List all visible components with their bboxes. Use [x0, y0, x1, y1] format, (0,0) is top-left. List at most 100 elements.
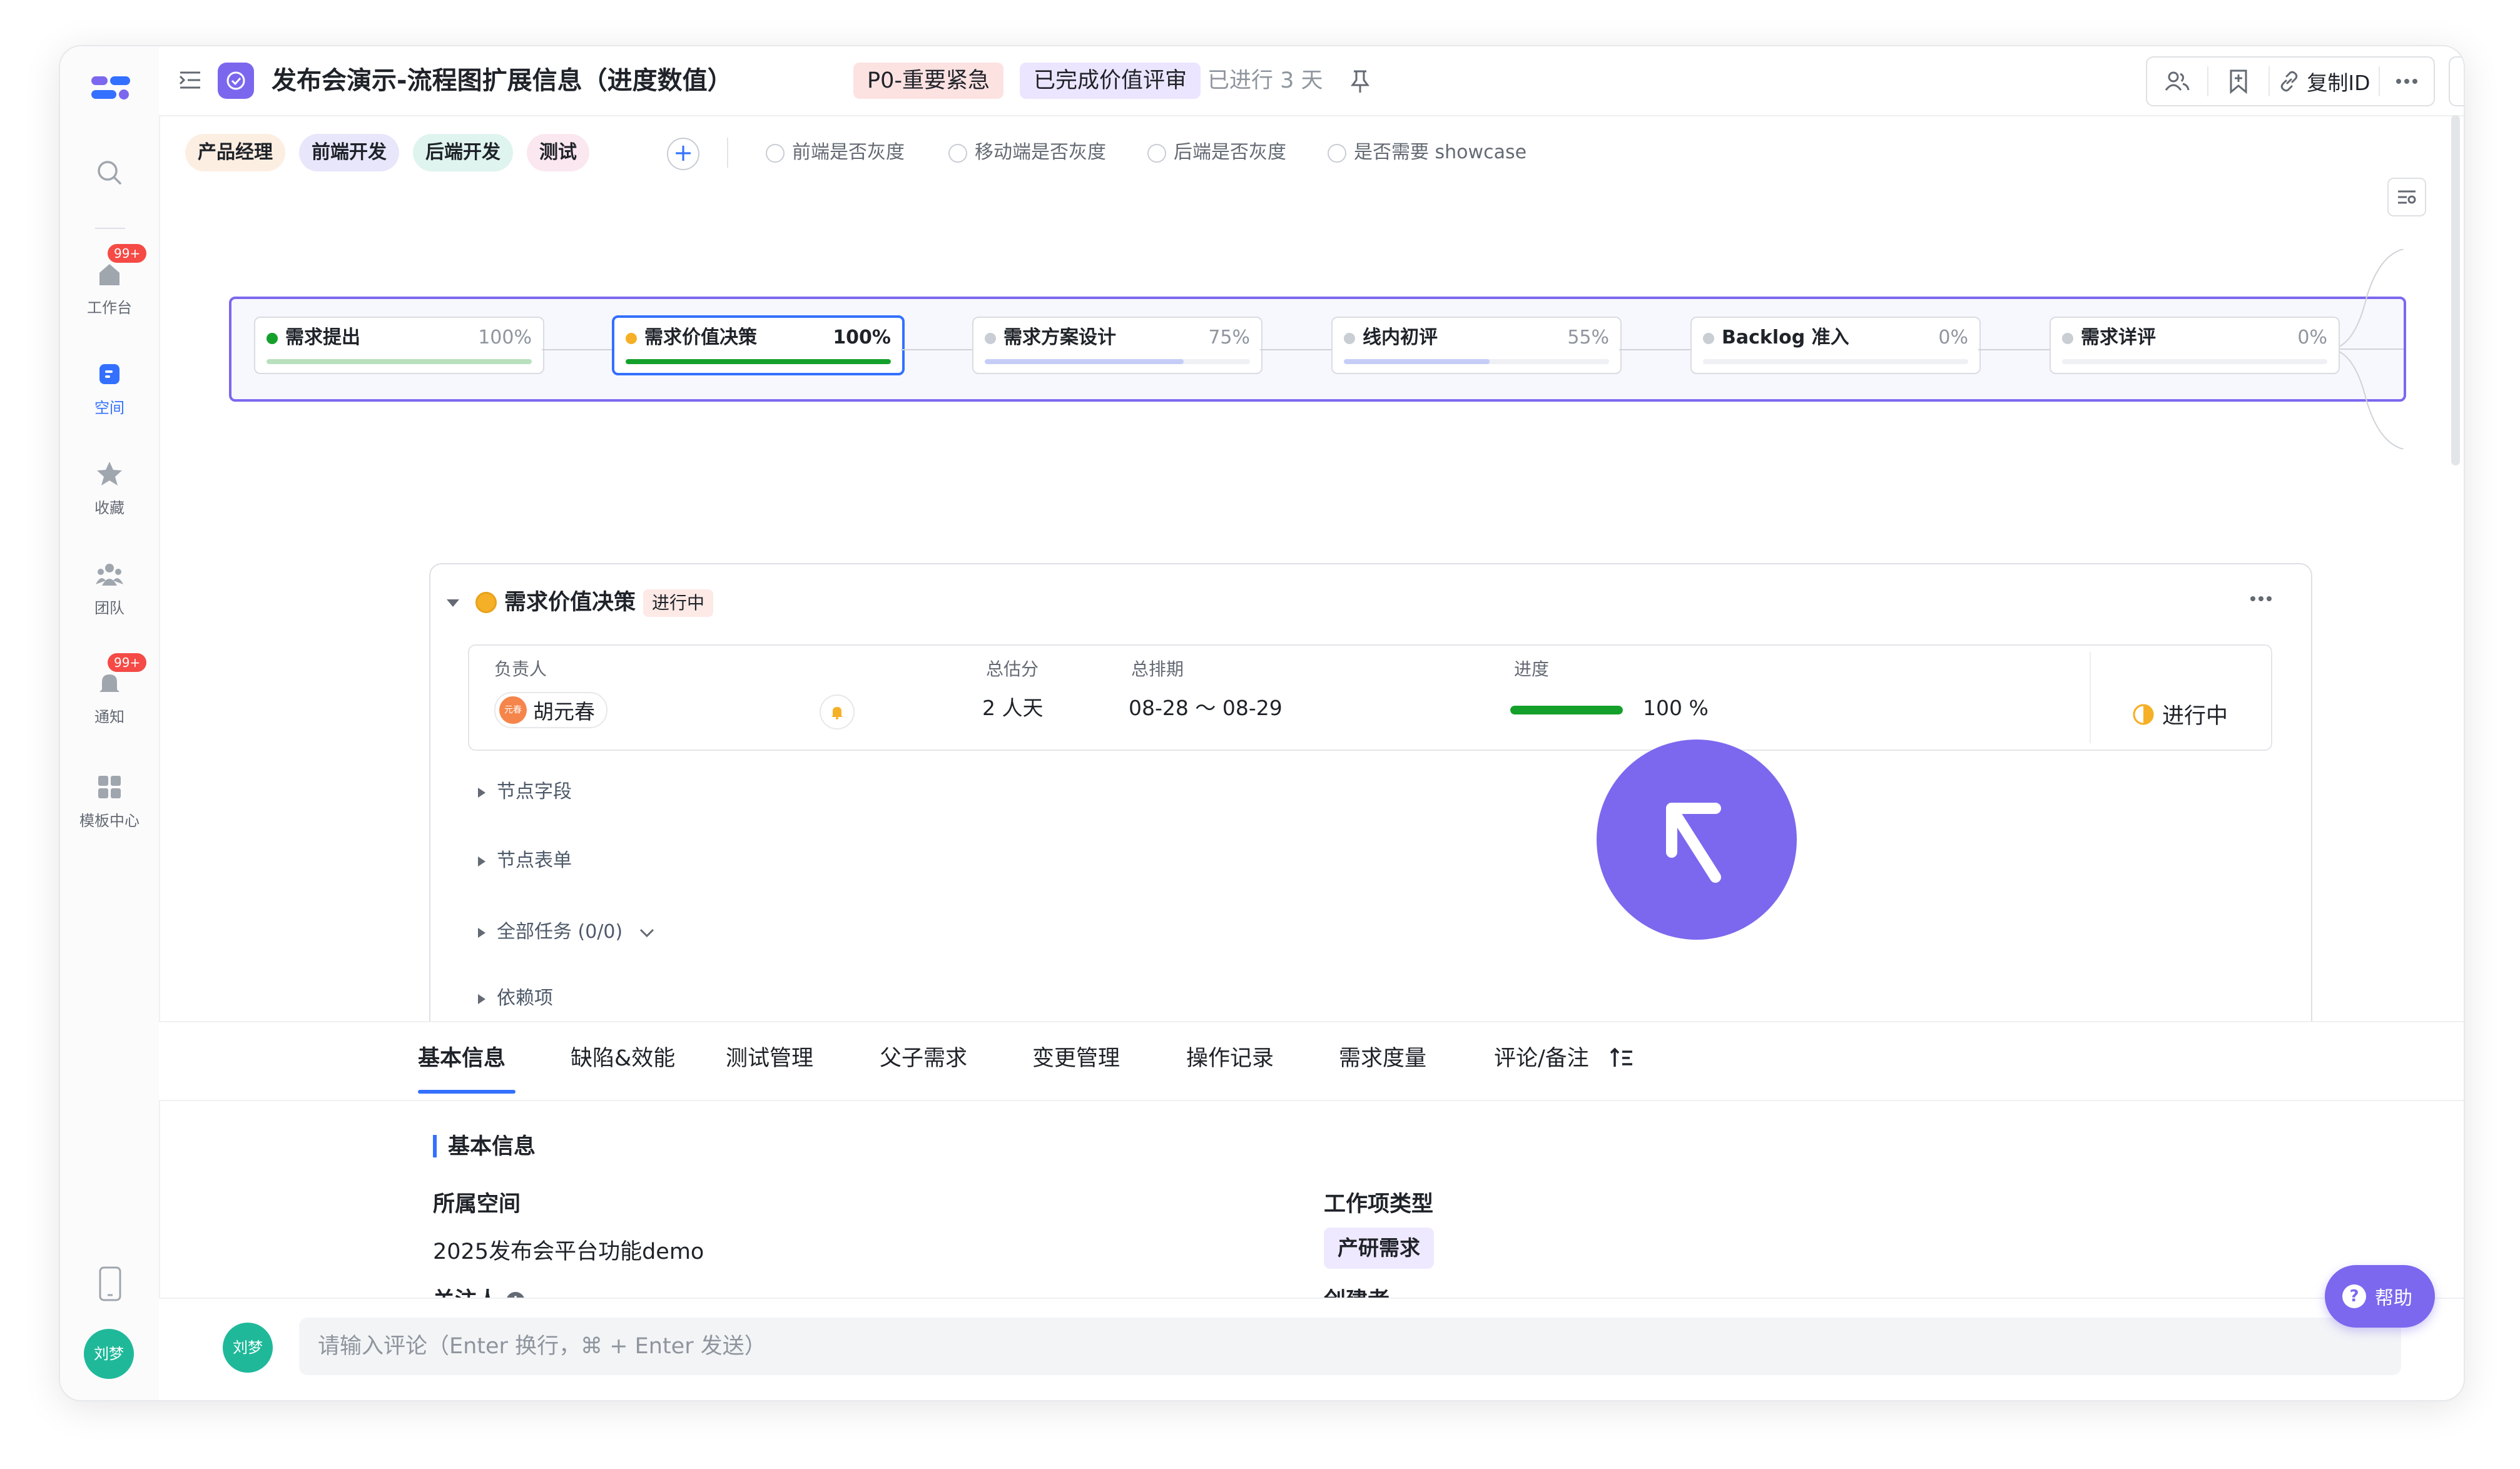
section-all-tasks[interactable]: 全部任务 (0/0)	[478, 916, 655, 943]
comment-input[interactable]	[299, 1318, 2401, 1375]
flow-node[interactable]: Backlog 准入 0%	[1690, 317, 1981, 374]
node-progress-fill	[626, 359, 891, 364]
collapse-caret-icon[interactable]	[445, 597, 460, 609]
owner-header: 负责人	[494, 659, 547, 679]
owner-chip[interactable]: 元春 胡元春	[494, 692, 607, 728]
checkbox-label: 移动端是否灰度	[975, 141, 1106, 163]
tab-operation-log[interactable]: 操作记录	[1186, 1044, 1274, 1074]
add-role-button[interactable]: +	[667, 138, 699, 170]
node-name: 需求价值决策	[644, 327, 757, 348]
flow-node[interactable]: 线内初评 55%	[1331, 317, 1622, 374]
estimate-header: 总估分	[986, 659, 1039, 679]
help-button[interactable]: ? 帮助	[2325, 1265, 2435, 1328]
avatar[interactable]: 刘梦	[84, 1329, 134, 1379]
priority-tag[interactable]: P0-重要紧急	[853, 63, 1004, 99]
section-node-fields[interactable]: 节点字段	[478, 776, 572, 803]
workitem-type-tag[interactable]: 产研需求	[1324, 1228, 1434, 1269]
collapse-sidebar-icon[interactable]	[178, 69, 203, 91]
expand-caret-icon	[478, 787, 485, 798]
tab-parent-child[interactable]: 父子需求	[880, 1044, 967, 1074]
tab-metrics[interactable]: 需求度量	[1339, 1044, 1426, 1074]
notification-badge: 99+	[108, 653, 147, 672]
members-icon	[2165, 71, 2190, 91]
avatar: 刘梦	[223, 1323, 273, 1373]
node-progress-bar	[985, 359, 1250, 364]
role-tag[interactable]: 后端开发	[413, 134, 513, 171]
bell-icon	[99, 674, 119, 692]
tab-changes[interactable]: 变更管理	[1032, 1044, 1120, 1074]
sidebar-item-favorites[interactable]: 收藏	[60, 459, 159, 517]
sidebar-item-label: 工作台	[87, 299, 132, 317]
tab-label: 评论/备注	[1494, 1046, 1589, 1071]
sidebar-item-templates[interactable]: 模板中心	[60, 772, 159, 830]
section-node-forms[interactable]: 节点表单	[478, 845, 572, 872]
role-tag[interactable]: 前端开发	[299, 134, 399, 171]
checkbox	[766, 143, 785, 163]
node-status-dot	[626, 333, 637, 344]
role-tag[interactable]: 测试	[527, 134, 589, 171]
node-status-button[interactable]: 进行中	[2132, 698, 2228, 730]
checkbox-backend-gray[interactable]: 后端是否灰度	[1147, 140, 1286, 165]
progress-bar[interactable]	[1510, 706, 1623, 714]
active-tab-indicator	[418, 1090, 516, 1094]
scrollbar[interactable]	[2451, 115, 2460, 465]
copy-id-button[interactable]: 复制ID	[2270, 58, 2379, 105]
sidebar-item-label: 收藏	[94, 499, 124, 517]
sidebar-item-space[interactable]: 空间	[60, 359, 159, 417]
members-button[interactable]	[2147, 58, 2207, 105]
field-value-space[interactable]: 2025发布会平台功能demo	[433, 1234, 704, 1266]
star-icon	[97, 462, 122, 485]
flow-connector	[542, 349, 613, 350]
sidebar-item-notifications[interactable]: 99+ 通知	[60, 653, 159, 726]
pin-icon[interactable]	[1348, 68, 1373, 95]
section-heading: 基本信息	[448, 1134, 536, 1159]
node-status-dot	[267, 333, 278, 344]
sidebar-item-label: 空间	[94, 399, 124, 417]
flow-connector	[1978, 349, 2050, 350]
checkbox-showcase[interactable]: 是否需要 showcase	[1328, 140, 1527, 165]
flow-node[interactable]: 需求方案设计 75%	[972, 317, 1263, 374]
expand-caret-icon	[478, 994, 485, 1004]
left-rail: 99+ 工作台 空间 收藏 团队 99+ 通知 模板中心 刘梦	[60, 46, 160, 1400]
tab-testing[interactable]: 测试管理	[726, 1044, 813, 1074]
tab-defects[interactable]: 缺陷&效能	[571, 1044, 675, 1074]
flow-connector	[901, 349, 972, 350]
flow-connector	[1260, 349, 1331, 350]
rail-divider	[95, 228, 125, 229]
app-logo[interactable]	[89, 71, 133, 109]
bookmark-button[interactable]	[2208, 58, 2269, 105]
sort-icon[interactable]	[1610, 1047, 1635, 1069]
checkbox-mobile-gray[interactable]: 移动端是否灰度	[948, 140, 1106, 165]
role-tag[interactable]: 产品经理	[185, 134, 285, 171]
sidebar-item-search[interactable]	[60, 158, 159, 188]
node-progress-bar	[626, 359, 891, 364]
section-dependencies[interactable]: 依赖项	[478, 982, 553, 1010]
checkbox-frontend-gray[interactable]: 前端是否灰度	[766, 140, 905, 165]
flow-node[interactable]: 需求提出 100%	[254, 317, 544, 374]
more-button[interactable]	[2380, 58, 2434, 105]
section-label: 节点表单	[497, 850, 572, 872]
sidebar-item-team[interactable]: 团队	[60, 559, 159, 618]
status-badge[interactable]: 已完成价值评审	[1020, 63, 1201, 99]
section-accent	[433, 1135, 437, 1157]
sidebar-item-workbench[interactable]: 99+ 工作台	[60, 244, 159, 317]
tab-basic-info[interactable]: 基本信息	[418, 1044, 506, 1074]
schedule-value[interactable]: 08-28 ～ 08-29	[1129, 692, 1283, 724]
flow-node[interactable]: 需求价值决策 100%	[612, 315, 905, 375]
flow-node[interactable]: 需求详评 0%	[2050, 317, 2340, 374]
estimate-value[interactable]: 2 人天	[982, 692, 1044, 724]
bookmark-icon	[2230, 69, 2247, 94]
tab-comments[interactable]: 评论/备注	[1494, 1044, 1635, 1074]
more-icon[interactable]	[2250, 596, 2272, 602]
remind-button[interactable]	[820, 694, 855, 729]
view-settings-button[interactable]	[2387, 178, 2426, 216]
arrow-cursor-icon	[1666, 803, 1721, 883]
sidebar-item-label: 团队	[94, 599, 124, 617]
node-title: 需求价值决策	[504, 590, 636, 615]
mobile-icon[interactable]	[96, 1266, 124, 1301]
close-button[interactable]	[2449, 56, 2464, 106]
owner-name: 胡元春	[533, 699, 595, 724]
chevron-down-icon[interactable]	[639, 927, 655, 938]
node-progress-bar	[267, 359, 532, 364]
bell-icon	[831, 707, 843, 719]
